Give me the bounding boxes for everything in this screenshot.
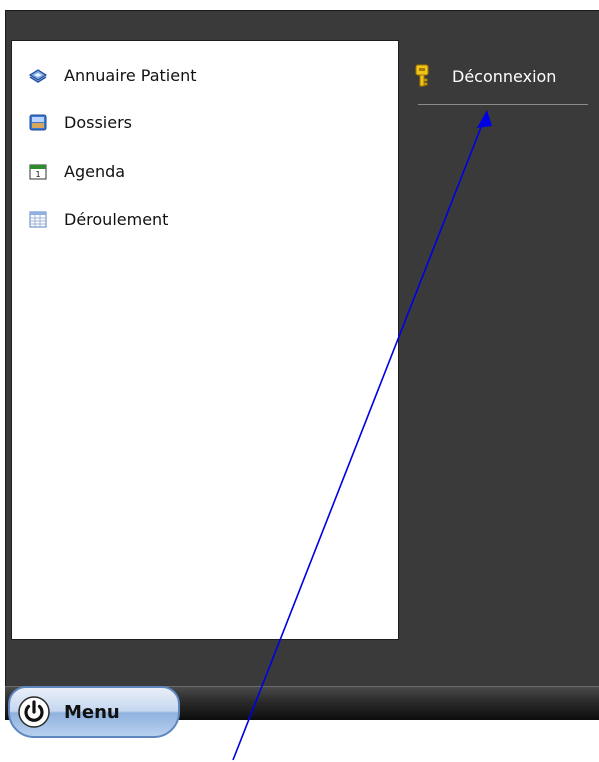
logout-button[interactable]: Déconnexion (414, 62, 590, 90)
power-icon (18, 696, 50, 728)
menu-item-label: Dossiers (64, 112, 132, 132)
menu-item-label: Agenda (64, 161, 126, 181)
calendar-icon: 1 (29, 164, 47, 180)
menu-item-dossiers[interactable]: Dossiers (28, 110, 268, 134)
key-icon (415, 64, 429, 87)
programs-pane: Annuaire Patient Dossiers 1 Agenda Dérou… (11, 40, 399, 640)
menu-button-label: Menu (64, 701, 120, 723)
menu-item-deroulement[interactable]: Déroulement (28, 207, 268, 231)
svg-text:1: 1 (35, 170, 40, 179)
folder-icon (29, 114, 47, 131)
logout-separator (418, 104, 588, 105)
menu-item-agenda[interactable]: 1 Agenda (28, 159, 268, 183)
menu-item-annuaire-patient[interactable]: Annuaire Patient (28, 63, 268, 87)
logout-label: Déconnexion (452, 66, 557, 86)
table-grid-icon (29, 211, 47, 228)
menu-item-label: Annuaire Patient (64, 65, 197, 85)
start-menu-button[interactable]: Menu (8, 686, 180, 738)
menu-item-label: Déroulement (64, 209, 169, 229)
address-book-icon (28, 69, 48, 83)
